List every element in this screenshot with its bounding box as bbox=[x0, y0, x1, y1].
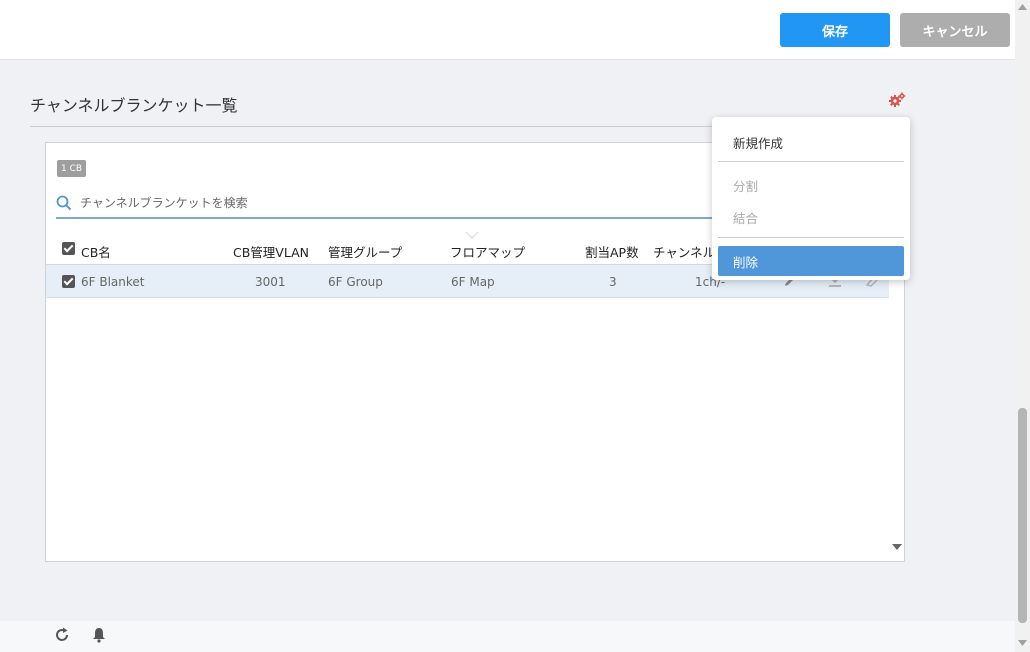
scroll-up-icon[interactable] bbox=[1018, 4, 1027, 10]
gear-icon[interactable] bbox=[888, 92, 906, 108]
menu-divider bbox=[718, 237, 904, 238]
scrollbar-thumb[interactable] bbox=[1018, 408, 1027, 623]
cell-floor-map: 6F Map bbox=[451, 275, 495, 289]
refresh-icon[interactable] bbox=[54, 627, 70, 643]
sort-indicator-icon bbox=[466, 232, 478, 239]
top-action-bar: 保存 キャンセル bbox=[0, 0, 1015, 60]
page-scrollbar[interactable] bbox=[1015, 0, 1030, 652]
row-checkbox[interactable] bbox=[62, 275, 75, 288]
bell-icon[interactable] bbox=[92, 627, 106, 643]
save-button[interactable]: 保存 bbox=[780, 13, 890, 47]
menu-item-delete[interactable]: 削除 bbox=[718, 246, 904, 276]
cell-cb-name: 6F Blanket bbox=[81, 275, 145, 289]
column-header-floor-map[interactable]: フロアマップ bbox=[450, 242, 525, 261]
count-badge: 1 CB bbox=[57, 160, 87, 177]
footer-bar bbox=[0, 621, 1015, 652]
page-title: チャンネルブランケット一覧 bbox=[30, 96, 238, 115]
cell-ap-count: 3 bbox=[609, 275, 617, 289]
select-all-checkbox[interactable] bbox=[62, 242, 75, 255]
cell-group: 6F Group bbox=[328, 275, 383, 289]
column-header-vlan[interactable]: CB管理VLAN bbox=[233, 242, 309, 261]
cell-vlan: 3001 bbox=[255, 275, 286, 289]
search-box bbox=[56, 189, 736, 219]
cancel-button[interactable]: キャンセル bbox=[900, 13, 1010, 47]
scroll-down-icon[interactable] bbox=[1018, 640, 1027, 646]
menu-item-merge: 結合 bbox=[733, 210, 759, 226]
search-input[interactable] bbox=[80, 189, 720, 217]
chevron-down-icon[interactable] bbox=[892, 543, 902, 551]
column-header-ap-count[interactable]: 割当AP数 bbox=[585, 242, 639, 261]
settings-dropdown-menu: 新規作成 分割 結合 削除 bbox=[712, 117, 910, 280]
search-icon bbox=[56, 195, 72, 211]
menu-item-create[interactable]: 新規作成 bbox=[718, 127, 904, 157]
column-header-cb-name[interactable]: CB名 bbox=[81, 242, 111, 261]
menu-divider bbox=[718, 161, 904, 162]
column-header-group[interactable]: 管理グループ bbox=[328, 242, 402, 261]
menu-item-split: 分割 bbox=[733, 178, 759, 194]
column-header-channel[interactable]: チャンネル bbox=[653, 242, 715, 261]
